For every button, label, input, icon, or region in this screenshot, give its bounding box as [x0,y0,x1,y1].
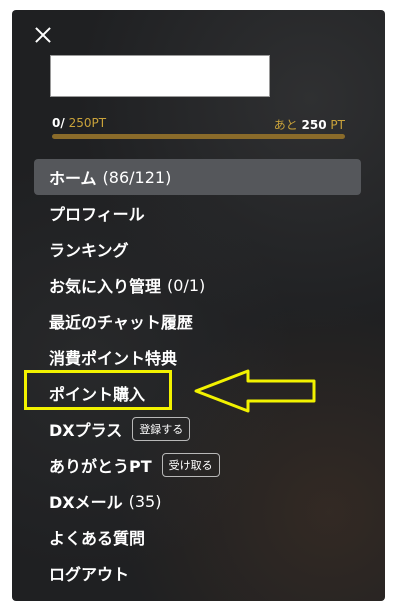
menu-item-label: ランキング [49,241,129,260]
receive-button[interactable]: 受け取る [161,453,220,477]
points-progress-bar [52,134,345,139]
menu-item-label: DXメール [49,493,123,512]
points-current-value: 0/ [52,116,65,130]
menu-item-label: ホーム [49,169,97,188]
menu-item-label: 消費ポイント特典 [49,349,178,368]
menu-item-count: (35) [128,491,162,511]
menu-item-faq[interactable]: よくある質問 [34,519,361,555]
menu-item-label: よくある質問 [49,529,146,548]
menu-item-label: 最近のチャット履歴 [49,313,193,332]
menu-item-dx-plus[interactable]: DXプラス 登録する [34,411,361,447]
menu-item-recent-chat[interactable]: 最近のチャット履歴 [34,303,361,339]
menu-item-label: お気に入り管理 [49,277,162,296]
points-max: 250PT [68,116,107,130]
menu-item-count: (86/121) [102,167,172,187]
points-current: 0/ 250PT [52,116,106,130]
menu-item-favorites[interactable]: お気に入り管理 (0/1) [34,267,361,303]
menu-item-label: プロフィール [49,205,145,224]
menu-item-label: ログアウト [49,565,130,584]
close-icon[interactable] [32,24,54,46]
highlight-box [24,370,172,410]
points-remaining: あと 250 PT [274,116,345,133]
menu-item-label: DXプラス [49,421,123,440]
pointer-arrow-icon [194,369,316,413]
menu-item-profile[interactable]: プロフィール [34,195,361,231]
menu-item-count: (0/1) [167,275,206,295]
menu-item-dx-mail[interactable]: DXメール (35) [34,483,361,519]
menu-item-label: ありがとうPT [49,457,152,476]
menu-item-home[interactable]: ホーム (86/121) [34,159,361,195]
menu-item-logout[interactable]: ログアウト [34,555,361,591]
side-menu-panel: 0/ 250PT あと 250 PT ホーム (86/121) プロフィール ラ… [12,10,385,601]
username-field [50,55,270,97]
points-remaining-unit: PT [330,118,345,132]
menu-item-ranking[interactable]: ランキング [34,231,361,267]
menu-item-thanks-pt[interactable]: ありがとうPT 受け取る [34,447,361,483]
register-button[interactable]: 登録する [132,417,191,441]
points-remaining-value: 250 [301,118,327,132]
points-remaining-prefix: あと [273,118,298,132]
